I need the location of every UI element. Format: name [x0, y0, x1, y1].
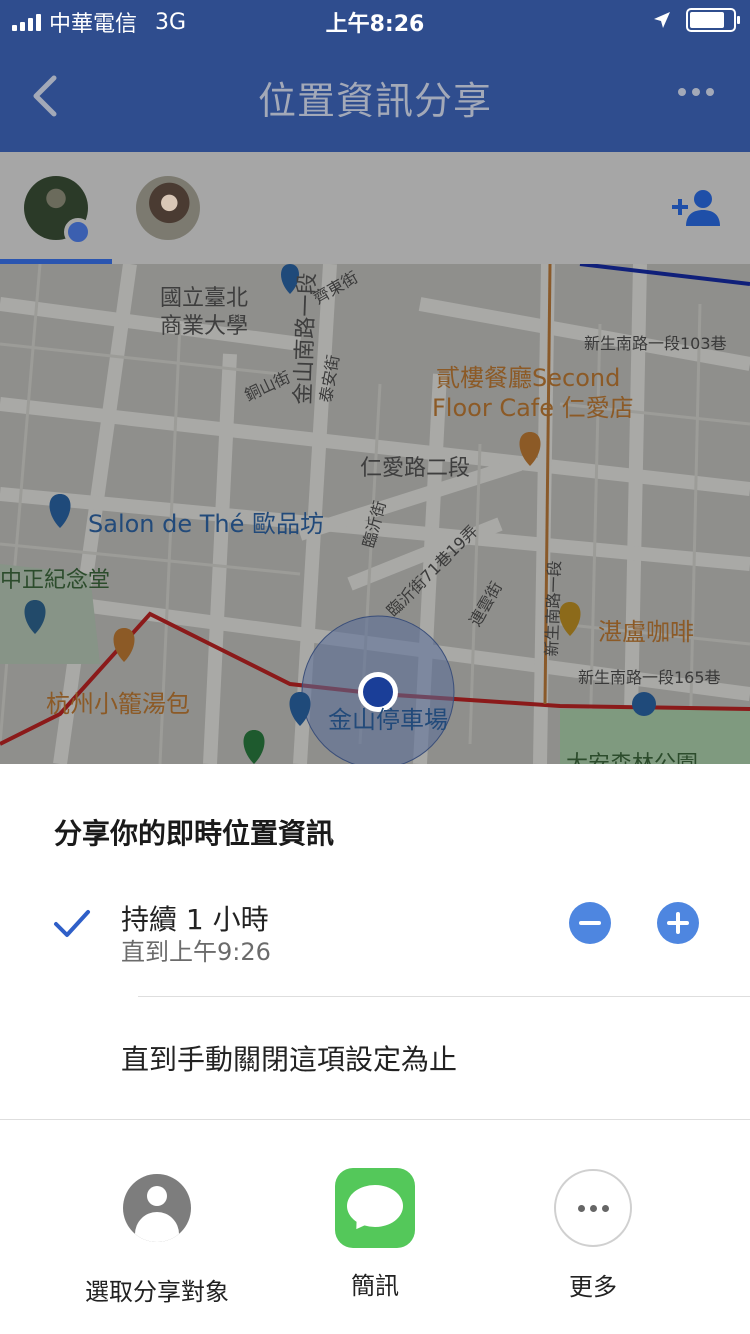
self-location-badge [64, 218, 92, 246]
share-target-label: 選取分享對象 [85, 1278, 229, 1306]
share-more-button[interactable]: 更多 [493, 1168, 693, 1302]
map-label: 商業大學 [160, 314, 249, 339]
duration-until-text: 直到上午9:26 [121, 938, 271, 966]
map-label: 中正紀念堂 [0, 568, 111, 593]
decrease-duration-button[interactable] [569, 902, 611, 944]
avatar-contact[interactable] [136, 176, 200, 240]
share-sms-button[interactable]: 簡訊 [275, 1168, 475, 1301]
map-label: 杭州小籠湯包 [46, 690, 190, 718]
status-time: 上午8:26 [325, 12, 425, 37]
map-label: Floor Cafe 仁愛店 [432, 394, 634, 422]
share-location-sheet: 分享你的即時位置資訊 持續 1 小時 直到上午9:26 直到手動關閉這項設定為止… [0, 764, 750, 1334]
divider [0, 1119, 750, 1120]
people-row [0, 152, 750, 264]
map-label: 大安森林公園 [566, 746, 698, 764]
map-label: 新生南路一段165巷 [578, 668, 721, 687]
share-choose-contacts-button[interactable]: 選取分享對象 [57, 1168, 257, 1307]
sheet-title: 分享你的即時位置資訊 [54, 817, 335, 850]
status-bar: 中華電信 3G 上午8:26 [0, 0, 750, 40]
check-icon [54, 910, 90, 937]
share-target-label: 更多 [569, 1273, 617, 1301]
location-arrow-icon [654, 12, 670, 28]
page-title: 位置資訊分享 [257, 79, 492, 123]
status-right [652, 8, 740, 32]
map-label: 湛盧咖啡 [598, 618, 694, 646]
person-icon [117, 1174, 197, 1254]
map-label: 新生南路一段 [541, 560, 565, 657]
map-view[interactable]: 國立臺北 商業大學 貳樓餐廳Second Floor Cafe 仁愛店 新生南路… [0, 264, 750, 764]
until-manual-off-option[interactable]: 直到手動關閉這項設定為止 [121, 1038, 457, 1078]
minus-icon [579, 921, 601, 925]
divider [138, 996, 750, 997]
app-header: 位置資訊分享 [0, 40, 750, 152]
more-dots-icon [553, 1169, 633, 1249]
add-person-icon[interactable] [670, 188, 720, 228]
map-label: Salon de Thé 歐品坊 [88, 510, 325, 538]
map-label: 新生南路一段103巷 [584, 334, 727, 353]
more-options-icon[interactable] [678, 88, 714, 96]
metro-line [579, 264, 750, 286]
map-label: 仁愛路二段 [360, 456, 471, 481]
battery-icon [686, 8, 740, 32]
message-bubble-icon [335, 1168, 415, 1248]
map-label: 金山停車場 [328, 706, 448, 734]
share-target-label: 簡訊 [351, 1272, 399, 1300]
increase-duration-button[interactable] [657, 902, 699, 944]
